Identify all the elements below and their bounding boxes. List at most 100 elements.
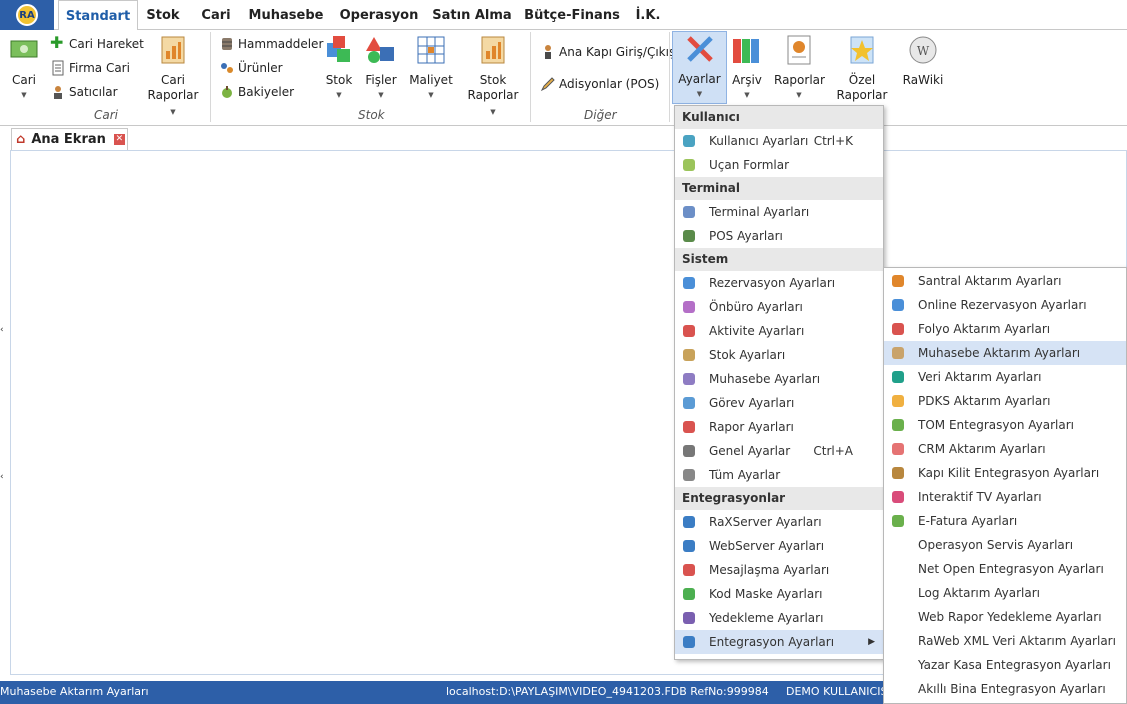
tv-icon [892,491,904,503]
link-icon [892,419,904,431]
blank-icon [890,633,906,649]
tab-stok[interactable]: Stok [140,0,186,30]
collapse-handle-icon[interactable]: ‹ [0,325,6,337]
menu-item[interactable]: Rezervasyon Ayarları [675,271,883,295]
submenu-item[interactable]: Yazar Kasa Entegrasyon Ayarları [884,653,1126,677]
home-icon: ⌂ [16,132,26,147]
menu-item[interactable]: Tüm Ayarlar [675,463,883,487]
pos-icon [683,230,695,242]
close-icon[interactable]: ✕ [113,134,125,145]
submenu-item[interactable]: Web Rapor Yedekleme Ayarları [884,605,1126,629]
terminal-icon [683,206,695,218]
menu-item[interactable]: POS Ayarları [675,224,883,248]
chevron-down-icon: ▼ [21,91,27,99]
chevron-down-icon: ▼ [336,91,342,99]
submenu-item[interactable]: RaWeb XML Veri Aktarım Ayarları [884,629,1126,653]
menu-item[interactable]: Genel Ayarlar Ctrl+A [675,439,883,463]
menu-item[interactable]: Mesajlaşma Ayarları [675,558,883,582]
menu-item[interactable]: Stok Ayarları [675,343,883,367]
chevron-down-icon: ▼ [490,108,496,116]
tab-butce-finans[interactable]: Bütçe-Finans [522,0,622,30]
apple-icon [222,86,232,98]
submenu-item[interactable]: Veri Aktarım Ayarları [884,365,1126,389]
menu-item[interactable]: Entegrasyon Ayarları ▶ [675,630,883,654]
menu-item[interactable]: Rapor Ayarları [675,415,883,439]
stok-button[interactable]: Stok ▼ [322,33,356,103]
submenu-item[interactable]: CRM Aktarım Ayarları [884,437,1126,461]
menu-item[interactable]: Muhasebe Ayarları [675,367,883,391]
submenu-item[interactable]: Santral Aktarım Ayarları [884,269,1126,293]
urunler-button[interactable]: Ürünler [219,58,283,78]
tab-ik[interactable]: İ.K. [630,0,666,30]
submenu-item[interactable]: Kapı Kilit Entegrasyon Ayarları [884,461,1126,485]
menu-item[interactable]: Önbüro Ayarları [675,295,883,319]
blank-icon [890,609,906,625]
menu-item[interactable]: Aktivite Ayarları [675,319,883,343]
frontdesk-icon [683,301,695,313]
grid-table-icon [417,36,445,64]
submenu-item[interactable]: Online Rezervasyon Ayarları [884,293,1126,317]
submenu-item[interactable]: PDKS Aktarım Ayarları [884,389,1126,413]
blank-icon [890,681,906,697]
key-icon [892,467,904,479]
bed-icon [683,277,695,289]
submenu-item[interactable]: TOM Entegrasyon Ayarları [884,413,1126,437]
menu-item[interactable]: Uçan Formlar [675,153,883,177]
menu-item[interactable]: Terminal Ayarları [675,200,883,224]
blank-icon [890,585,906,601]
menu-item[interactable]: Kod Maske Ayarları [675,582,883,606]
ana-ekran-tab[interactable]: ⌂ Ana Ekran ✕ [11,128,128,150]
submenu-item[interactable]: Interaktif TV Ayarları [884,485,1126,509]
menu-item[interactable]: Kullanıcı Ayarları Ctrl+K [675,129,883,153]
rawiki-button[interactable]: W RaWiki [902,33,944,88]
stok-raporlar-button[interactable]: Stok Raporlar ▼ [464,33,522,120]
app-logo[interactable]: RA [0,0,54,30]
barrel-icon [222,38,232,50]
server-icon [683,516,695,528]
submenu-item[interactable]: Muhasebe Aktarım Ayarları [884,341,1126,365]
headset-icon [892,275,904,287]
tab-operasyon[interactable]: Operasyon [336,0,422,30]
menu-section-header: Kullanıcı [675,106,883,129]
chevron-down-icon: ▼ [378,91,384,99]
saticilar-button[interactable]: Satıcılar [50,82,118,102]
ribbon: Cari ▼ ✚ Cari Hareket Firma Cari Satıcılar… [0,30,1127,126]
submenu-item[interactable]: Akıllı Bina Entegrasyon Ayarları [884,677,1126,701]
tab-satin-alma[interactable]: Satın Alma [430,0,514,30]
user-icon [683,135,695,147]
ana-kapi-button[interactable]: Ana Kapı Giriş/Çıkış [540,42,675,62]
raporlar-button[interactable]: Raporlar ▼ [774,33,825,103]
tab-muhasebe[interactable]: Muhasebe [246,0,326,30]
ayarlar-dropdown-menu: Kullanıcı Kullanıcı Ayarları Ctrl+K Uçan Fo… [674,105,884,660]
collapse-handle-icon[interactable]: ‹ [0,472,6,484]
submenu-item[interactable]: E-Fatura Ayarları [884,509,1126,533]
cloud-upload-icon [683,612,695,624]
cari-raporlar-button[interactable]: Cari Raporlar ▼ [144,33,202,120]
hammaddeler-button[interactable]: Hammaddeler [219,34,323,54]
firma-cari-button[interactable]: Firma Cari [50,58,130,78]
menu-item[interactable]: RaXServer Ayarları [675,510,883,534]
tab-standart[interactable]: Standart [58,0,138,31]
menu-item[interactable]: WebServer Ayarları [675,534,883,558]
hourglass-icon [683,349,695,361]
adisyonlar-button[interactable]: Adisyonlar (POS) [540,74,659,94]
bakiyeler-button[interactable]: Bakiyeler [219,82,294,102]
menu-item[interactable]: Yedekleme Ayarları [675,606,883,630]
cari-button[interactable]: Cari ▼ [6,33,42,103]
cubes-icon [327,36,350,62]
cari-hareket-button[interactable]: ✚ Cari Hareket [50,34,144,54]
submenu-item[interactable]: Folyo Aktarım Ayarları [884,317,1126,341]
submenu-item[interactable]: Net Open Entegrasyon Ayarları [884,557,1126,581]
group-separator [530,32,531,122]
signal-icon [683,588,695,600]
arsiv-button[interactable]: Arşiv ▼ [729,33,765,103]
menu-item[interactable]: Görev Ayarları [675,391,883,415]
ayarlar-button[interactable]: Ayarlar ▼ [672,31,727,104]
submenu-item[interactable]: Log Aktarım Ayarları [884,581,1126,605]
tab-cari[interactable]: Cari [196,0,236,30]
group-separator [669,32,670,122]
fisler-button[interactable]: Fişler ▼ [364,33,398,103]
maliyet-button[interactable]: Maliyet ▼ [408,33,454,103]
status-user: DEMO KULLANICISI/ [786,685,895,698]
submenu-item[interactable]: Operasyon Servis Ayarları [884,533,1126,557]
